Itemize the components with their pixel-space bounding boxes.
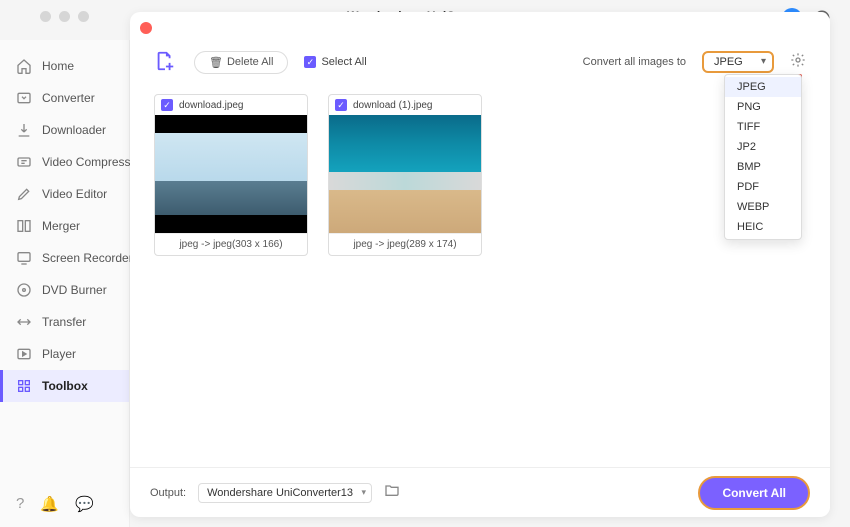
feedback-icon[interactable]: 💬 <box>75 495 94 513</box>
sidebar-item-label: Home <box>42 59 74 73</box>
convert-all-button[interactable]: Convert All <box>698 476 810 510</box>
folder-icon[interactable] <box>384 482 400 503</box>
format-option-heic[interactable]: HEIC <box>725 217 801 237</box>
compress-icon <box>16 154 32 170</box>
thumb-header: ✓ download.jpeg <box>155 95 307 115</box>
format-selected-value: JPEG <box>714 56 743 68</box>
sidebar-item-screen[interactable]: Screen Recorder <box>0 242 129 274</box>
merger-icon <box>16 218 32 234</box>
sidebar-item-label: Video Compress <box>42 155 131 169</box>
delete-all-label: Delete All <box>227 56 273 68</box>
thumb-filename: download.jpeg <box>179 100 244 111</box>
format-option-png[interactable]: PNG <box>725 97 801 117</box>
format-option-pdf[interactable]: PDF <box>725 177 801 197</box>
home-icon <box>16 58 32 74</box>
trash-icon: 🗑 <box>209 56 223 69</box>
format-option-jpeg[interactable]: JPEG <box>725 77 801 97</box>
sidebar-item-transfer[interactable]: Transfer <box>0 306 129 338</box>
sidebar-item-label: Downloader <box>42 123 106 137</box>
panel-close-icon[interactable] <box>140 22 152 34</box>
output-path-value: Wondershare UniConverter13 <box>207 487 353 499</box>
select-all-label: Select All <box>321 56 366 68</box>
format-option-webp[interactable]: WEBP <box>725 197 801 217</box>
bottom-icons: ? 🔔 💬 <box>16 495 94 513</box>
sidebar-item-merger[interactable]: Merger <box>0 210 129 242</box>
converter-icon <box>16 90 32 106</box>
downloader-icon <box>16 122 32 138</box>
help-icon[interactable]: ? <box>16 495 24 513</box>
check-icon: ✓ <box>304 56 316 68</box>
thumbnail[interactable]: ✓ download (1).jpeg jpeg -> jpeg(289 x 174… <box>328 94 482 256</box>
dvd-icon <box>16 282 32 298</box>
delete-all-button[interactable]: 🗑 Delete All <box>194 51 288 74</box>
gear-icon[interactable] <box>790 52 806 73</box>
main-panel: 🗑 Delete All ✓ Select All Convert all im… <box>130 12 830 517</box>
format-dropdown: JPEGPNGTIFFJP2BMPPDFWEBPHEIC <box>724 74 802 240</box>
thumb-filename: download (1).jpeg <box>353 100 433 111</box>
sidebar-item-label: Video Editor <box>42 187 107 201</box>
thumbnail[interactable]: ✓ download.jpeg jpeg -> jpeg(303 x 166) <box>154 94 308 256</box>
sidebar-item-compress[interactable]: Video Compress <box>0 146 129 178</box>
convert-to-label: Convert all images to <box>583 56 686 68</box>
add-file-button[interactable] <box>154 50 178 74</box>
sidebar-item-label: Toolbox <box>42 379 88 393</box>
thumb-image <box>329 115 481 233</box>
sidebar: Home Converter Downloader Video Compress Vid… <box>0 40 130 527</box>
sidebar-item-home[interactable]: Home <box>0 50 129 82</box>
sidebar-item-label: Transfer <box>42 315 86 329</box>
toolbox-icon <box>16 378 32 394</box>
format-select[interactable]: JPEG <box>702 51 774 73</box>
sidebar-item-label: Converter <box>42 91 95 105</box>
sidebar-item-label: DVD Burner <box>42 283 107 297</box>
transfer-icon <box>16 314 32 330</box>
thumb-info: jpeg -> jpeg(289 x 174) <box>329 233 481 255</box>
format-option-jp2[interactable]: JP2 <box>725 137 801 157</box>
sidebar-item-dvd[interactable]: DVD Burner <box>0 274 129 306</box>
output-label: Output: <box>150 487 186 499</box>
check-icon[interactable]: ✓ <box>161 99 173 111</box>
sidebar-item-label: Screen Recorder <box>42 251 133 265</box>
sidebar-item-downloader[interactable]: Downloader <box>0 114 129 146</box>
bell-icon[interactable]: 🔔 <box>40 495 59 513</box>
sidebar-item-converter[interactable]: Converter <box>0 82 129 114</box>
editor-icon <box>16 186 32 202</box>
select-all-checkbox[interactable]: ✓ Select All <box>304 56 366 68</box>
format-option-tiff[interactable]: TIFF <box>725 117 801 137</box>
sidebar-item-toolbox[interactable]: Toolbox <box>0 370 129 402</box>
check-icon[interactable]: ✓ <box>335 99 347 111</box>
sidebar-item-player[interactable]: Player <box>0 338 129 370</box>
sidebar-item-label: Player <box>42 347 76 361</box>
sidebar-item-editor[interactable]: Video Editor <box>0 178 129 210</box>
thumb-header: ✓ download (1).jpeg <box>329 95 481 115</box>
screen-icon <box>16 250 32 266</box>
format-option-bmp[interactable]: BMP <box>725 157 801 177</box>
sidebar-item-label: Merger <box>42 219 80 233</box>
thumb-image <box>155 115 307 233</box>
output-path-select[interactable]: Wondershare UniConverter13 <box>198 483 372 503</box>
player-icon <box>16 346 32 362</box>
thumb-info: jpeg -> jpeg(303 x 166) <box>155 233 307 255</box>
output-bar: Output: Wondershare UniConverter13 Conve… <box>130 467 830 517</box>
